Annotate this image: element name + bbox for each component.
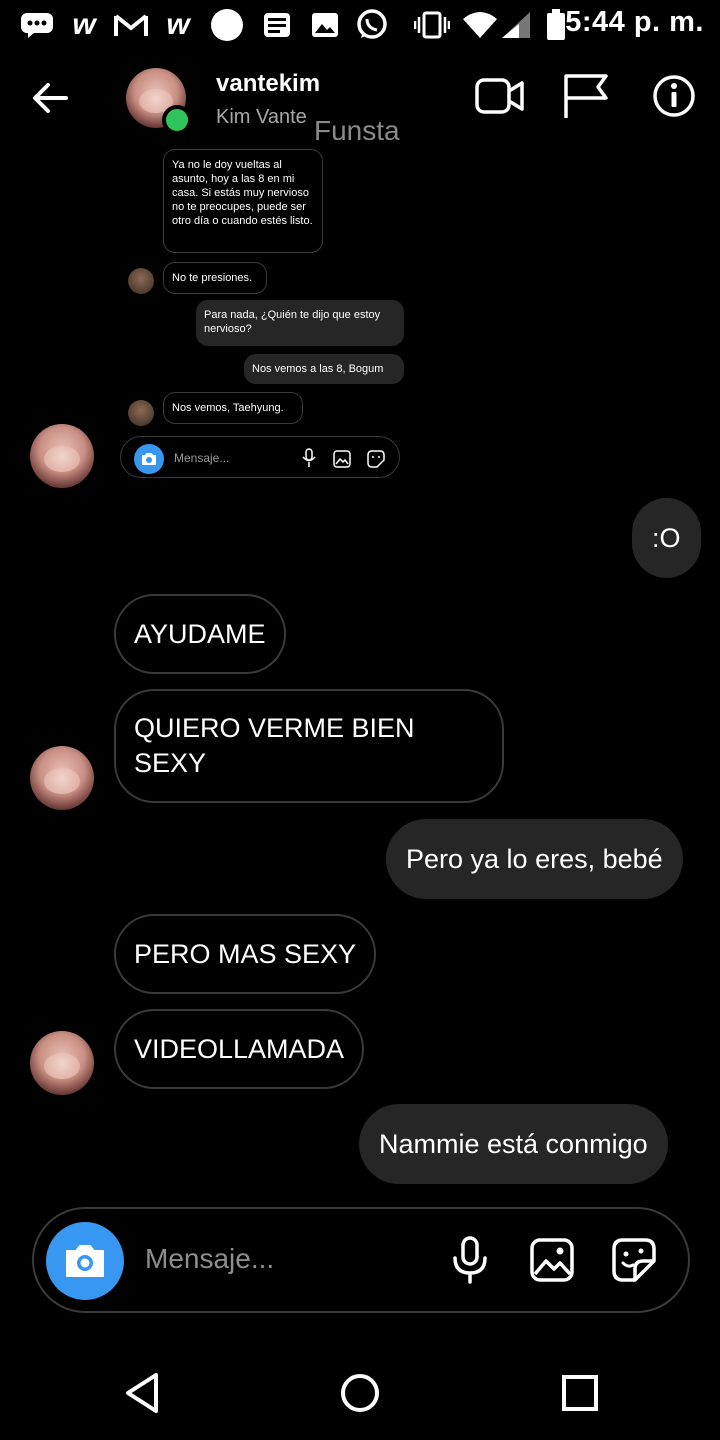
wifi-icon: [462, 10, 498, 40]
flag-icon[interactable]: [562, 72, 610, 120]
message-bubble-them[interactable]: PERO MAS SEXY: [114, 914, 377, 994]
status-time: 5:44 p. m.: [565, 6, 704, 38]
info-icon[interactable]: [652, 74, 696, 118]
back-triangle-icon[interactable]: [114, 1365, 170, 1421]
embed-input-placeholder: Mensaje...: [174, 451, 230, 465]
embed-image-icon: [333, 450, 351, 468]
video-call-icon[interactable]: [474, 74, 526, 118]
camera-icon[interactable]: [46, 1222, 124, 1300]
gallery-icon: [310, 10, 340, 40]
embed-avatar: [128, 400, 154, 426]
recents-square-icon[interactable]: [552, 1365, 608, 1421]
embed-microphone-icon: [300, 448, 318, 468]
chat-icon: [20, 10, 54, 40]
message-bubble-me[interactable]: :O: [632, 498, 701, 578]
embed-sticker-icon: [367, 450, 385, 468]
image-icon[interactable]: [528, 1236, 576, 1284]
home-circle-icon[interactable]: [332, 1365, 388, 1421]
header-username[interactable]: vantekim: [216, 70, 320, 98]
signal-icon: [500, 10, 532, 40]
online-status-dot: [162, 105, 192, 135]
sender-avatar[interactable]: [30, 424, 94, 488]
message-input[interactable]: Mensaje...: [145, 1243, 274, 1275]
w-icon: w: [72, 8, 96, 41]
whatsapp-icon: [354, 9, 390, 40]
embed-camera-icon: [134, 444, 164, 474]
back-arrow-icon[interactable]: [30, 78, 70, 118]
embed-message-them: No te presiones.: [163, 262, 267, 294]
status-bar: w w 5:44 p. m.: [0, 0, 720, 52]
circle-icon: [210, 9, 244, 41]
message-bubble-me[interactable]: Nammie está conmigo: [359, 1104, 668, 1184]
message-bubble-them[interactable]: VIDEOLLAMADA: [114, 1009, 365, 1089]
w-icon: w: [166, 8, 190, 41]
embed-message-me: Nos vemos a las 8, Bogum: [244, 354, 404, 384]
vibrate-icon: [414, 10, 450, 40]
header-full-name: Kim Vante: [216, 106, 307, 128]
sticker-icon[interactable]: [610, 1236, 658, 1284]
embed-avatar: [128, 268, 154, 294]
microphone-icon[interactable]: [446, 1236, 494, 1284]
sender-avatar[interactable]: [30, 1031, 94, 1095]
sender-avatar[interactable]: [30, 746, 94, 810]
message-composer[interactable]: [32, 1207, 690, 1313]
shared-screenshot-image[interactable]: Ya no le doy vueltas al asunto, hoy a la…: [116, 140, 412, 488]
gmail-icon: [114, 10, 148, 40]
embed-message-them: Nos vemos, Taehyung.: [163, 392, 303, 424]
message-bubble-me[interactable]: Pero ya lo eres, bebé: [386, 819, 683, 899]
news-icon: [262, 10, 292, 40]
embed-message-them: Ya no le doy vueltas al asunto, hoy a la…: [163, 149, 323, 253]
message-bubble-them[interactable]: QUIERO VERME BIEN SEXY: [114, 689, 504, 803]
message-bubble-them[interactable]: AYUDAME: [114, 594, 286, 674]
embed-message-me: Para nada, ¿Quién te dijo que estoy nerv…: [196, 300, 404, 346]
